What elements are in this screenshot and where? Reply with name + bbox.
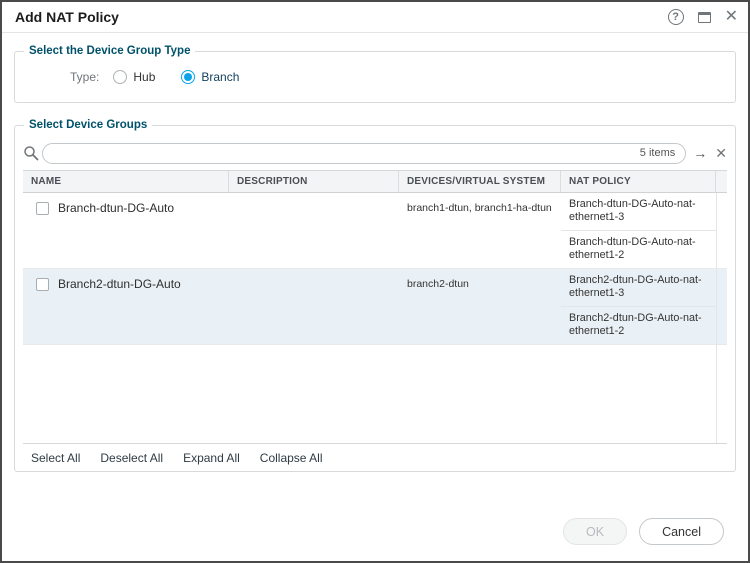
row-nat-policy-cell: Branch-dtun-DG-Auto-nat-ethernet1-3 Bran… xyxy=(561,193,716,268)
row-scroll-spacer xyxy=(716,193,727,268)
select-all-link[interactable]: Select All xyxy=(31,451,80,465)
radio-hub[interactable]: Hub xyxy=(113,70,155,84)
window-glyph xyxy=(698,12,711,23)
dialog-content: Select the Device Group Type Type: Hub B… xyxy=(2,33,748,561)
device-groups-section: Select Device Groups 5 items → ✕ NAME xyxy=(14,125,736,472)
search-icon xyxy=(23,145,39,161)
column-header-scroll-spacer xyxy=(716,171,732,192)
column-header-devices[interactable]: DEVICES/VIRTUAL SYSTEM xyxy=(399,171,561,192)
expand-all-link[interactable]: Expand All xyxy=(183,451,240,465)
help-icon[interactable]: ? xyxy=(668,9,684,25)
row-devices-cell: branch1-dtun, branch1-ha-dtun xyxy=(399,193,561,268)
maximize-icon[interactable] xyxy=(698,12,711,23)
table-row[interactable]: Branch2-dtun-DG-Auto branch2-dtun Branch… xyxy=(23,269,727,345)
device-group-name: Branch-dtun-DG-Auto xyxy=(58,201,174,215)
type-row: Type: Hub Branch xyxy=(15,52,735,102)
clear-filter-icon[interactable]: ✕ xyxy=(715,145,727,162)
table-row[interactable]: Branch-dtun-DG-Auto branch1-dtun, branch… xyxy=(23,193,727,269)
close-icon[interactable]: ✕ xyxy=(725,9,738,25)
apply-filter-icon[interactable]: → xyxy=(693,145,707,161)
filter-bar: 5 items → ✕ xyxy=(23,140,727,166)
dialog-titlebar: Add NAT Policy ? ✕ xyxy=(2,2,748,33)
column-header-name[interactable]: NAME xyxy=(23,171,229,192)
filter-icons: → ✕ xyxy=(693,145,727,162)
row-scroll-spacer xyxy=(716,269,727,344)
column-header-description[interactable]: DESCRIPTION xyxy=(229,171,399,192)
cancel-button[interactable]: Cancel xyxy=(639,518,724,545)
nat-policy-entry: Branch2-dtun-DG-Auto-nat-ethernet1-3 xyxy=(561,269,716,307)
dialog-title: Add NAT Policy xyxy=(15,9,119,25)
radio-branch-label: Branch xyxy=(201,70,239,84)
nat-policy-entry: Branch2-dtun-DG-Auto-nat-ethernet1-2 xyxy=(561,307,716,344)
ok-button[interactable]: OK xyxy=(563,518,627,545)
row-devices-cell: branch2-dtun xyxy=(399,269,561,344)
nat-policy-entry: Branch-dtun-DG-Auto-nat-ethernet1-3 xyxy=(561,193,716,231)
nat-policy-entry: Branch-dtun-DG-Auto-nat-ethernet1-2 xyxy=(561,231,716,268)
filter-input[interactable]: 5 items xyxy=(42,143,686,164)
titlebar-icons: ? ✕ xyxy=(668,9,738,25)
row-nat-policy-cell: Branch2-dtun-DG-Auto-nat-ethernet1-3 Bra… xyxy=(561,269,716,344)
items-count: 5 items xyxy=(640,147,675,159)
deselect-all-link[interactable]: Deselect All xyxy=(100,451,163,465)
row-name-cell: Branch-dtun-DG-Auto xyxy=(23,193,229,268)
add-nat-policy-dialog: Add NAT Policy ? ✕ Select the Device Gro… xyxy=(0,0,750,563)
row-name-cell: Branch2-dtun-DG-Auto xyxy=(23,269,229,344)
radio-hub-label: Hub xyxy=(133,70,155,84)
row-checkbox[interactable] xyxy=(36,202,49,215)
device-groups-legend: Select Device Groups xyxy=(24,118,152,133)
row-description-cell xyxy=(229,193,399,268)
row-checkbox[interactable] xyxy=(36,278,49,291)
type-label: Type: xyxy=(70,70,99,84)
device-group-type-legend: Select the Device Group Type xyxy=(24,44,195,59)
device-groups-table: NAME DESCRIPTION DEVICES/VIRTUAL SYSTEM … xyxy=(23,170,727,471)
radio-branch-circle xyxy=(181,70,195,84)
table-header: NAME DESCRIPTION DEVICES/VIRTUAL SYSTEM … xyxy=(23,171,727,193)
device-group-name: Branch2-dtun-DG-Auto xyxy=(58,277,181,291)
table-footer: Select All Deselect All Expand All Colla… xyxy=(23,443,727,471)
table-body: Branch-dtun-DG-Auto branch1-dtun, branch… xyxy=(23,193,727,443)
column-header-nat-policy[interactable]: NAT POLICY xyxy=(561,171,716,192)
table-scrollbar[interactable] xyxy=(716,193,717,443)
dialog-actions: OK Cancel xyxy=(14,518,736,561)
radio-hub-circle xyxy=(113,70,127,84)
radio-branch[interactable]: Branch xyxy=(181,70,239,84)
collapse-all-link[interactable]: Collapse All xyxy=(260,451,323,465)
device-group-type-section: Select the Device Group Type Type: Hub B… xyxy=(14,51,736,103)
row-description-cell xyxy=(229,269,399,344)
